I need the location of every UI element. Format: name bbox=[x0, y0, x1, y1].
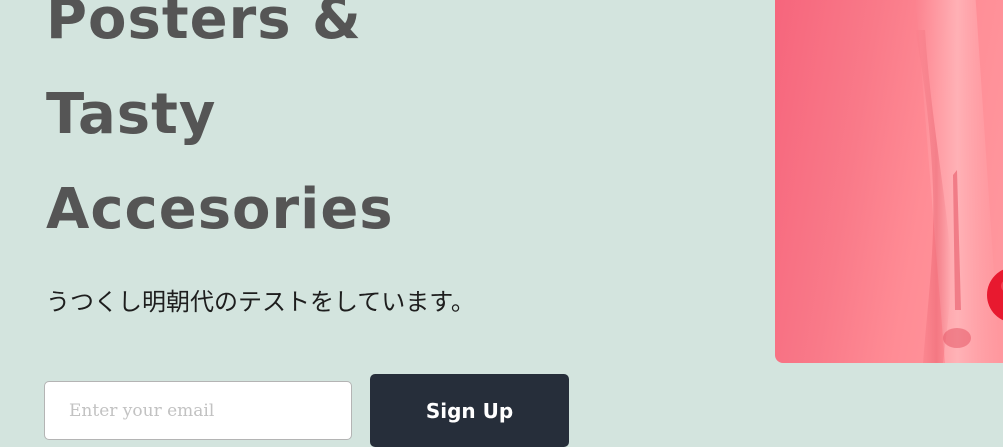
email-input[interactable] bbox=[44, 381, 352, 440]
hero-heading: Posters & Tasty Accesories bbox=[46, 0, 394, 257]
hero-image-artwork bbox=[915, 0, 1003, 363]
hero-heading-line-2: Tasty bbox=[46, 82, 217, 147]
hero-heading-line-1: Posters & bbox=[46, 0, 362, 52]
hero-subtitle: うつくし明朝代のテストをしています。 bbox=[46, 288, 475, 316]
hero-heading-line-3: Accesories bbox=[46, 177, 394, 242]
hero-image bbox=[775, 0, 1003, 363]
sign-up-button[interactable]: Sign Up bbox=[370, 374, 569, 447]
